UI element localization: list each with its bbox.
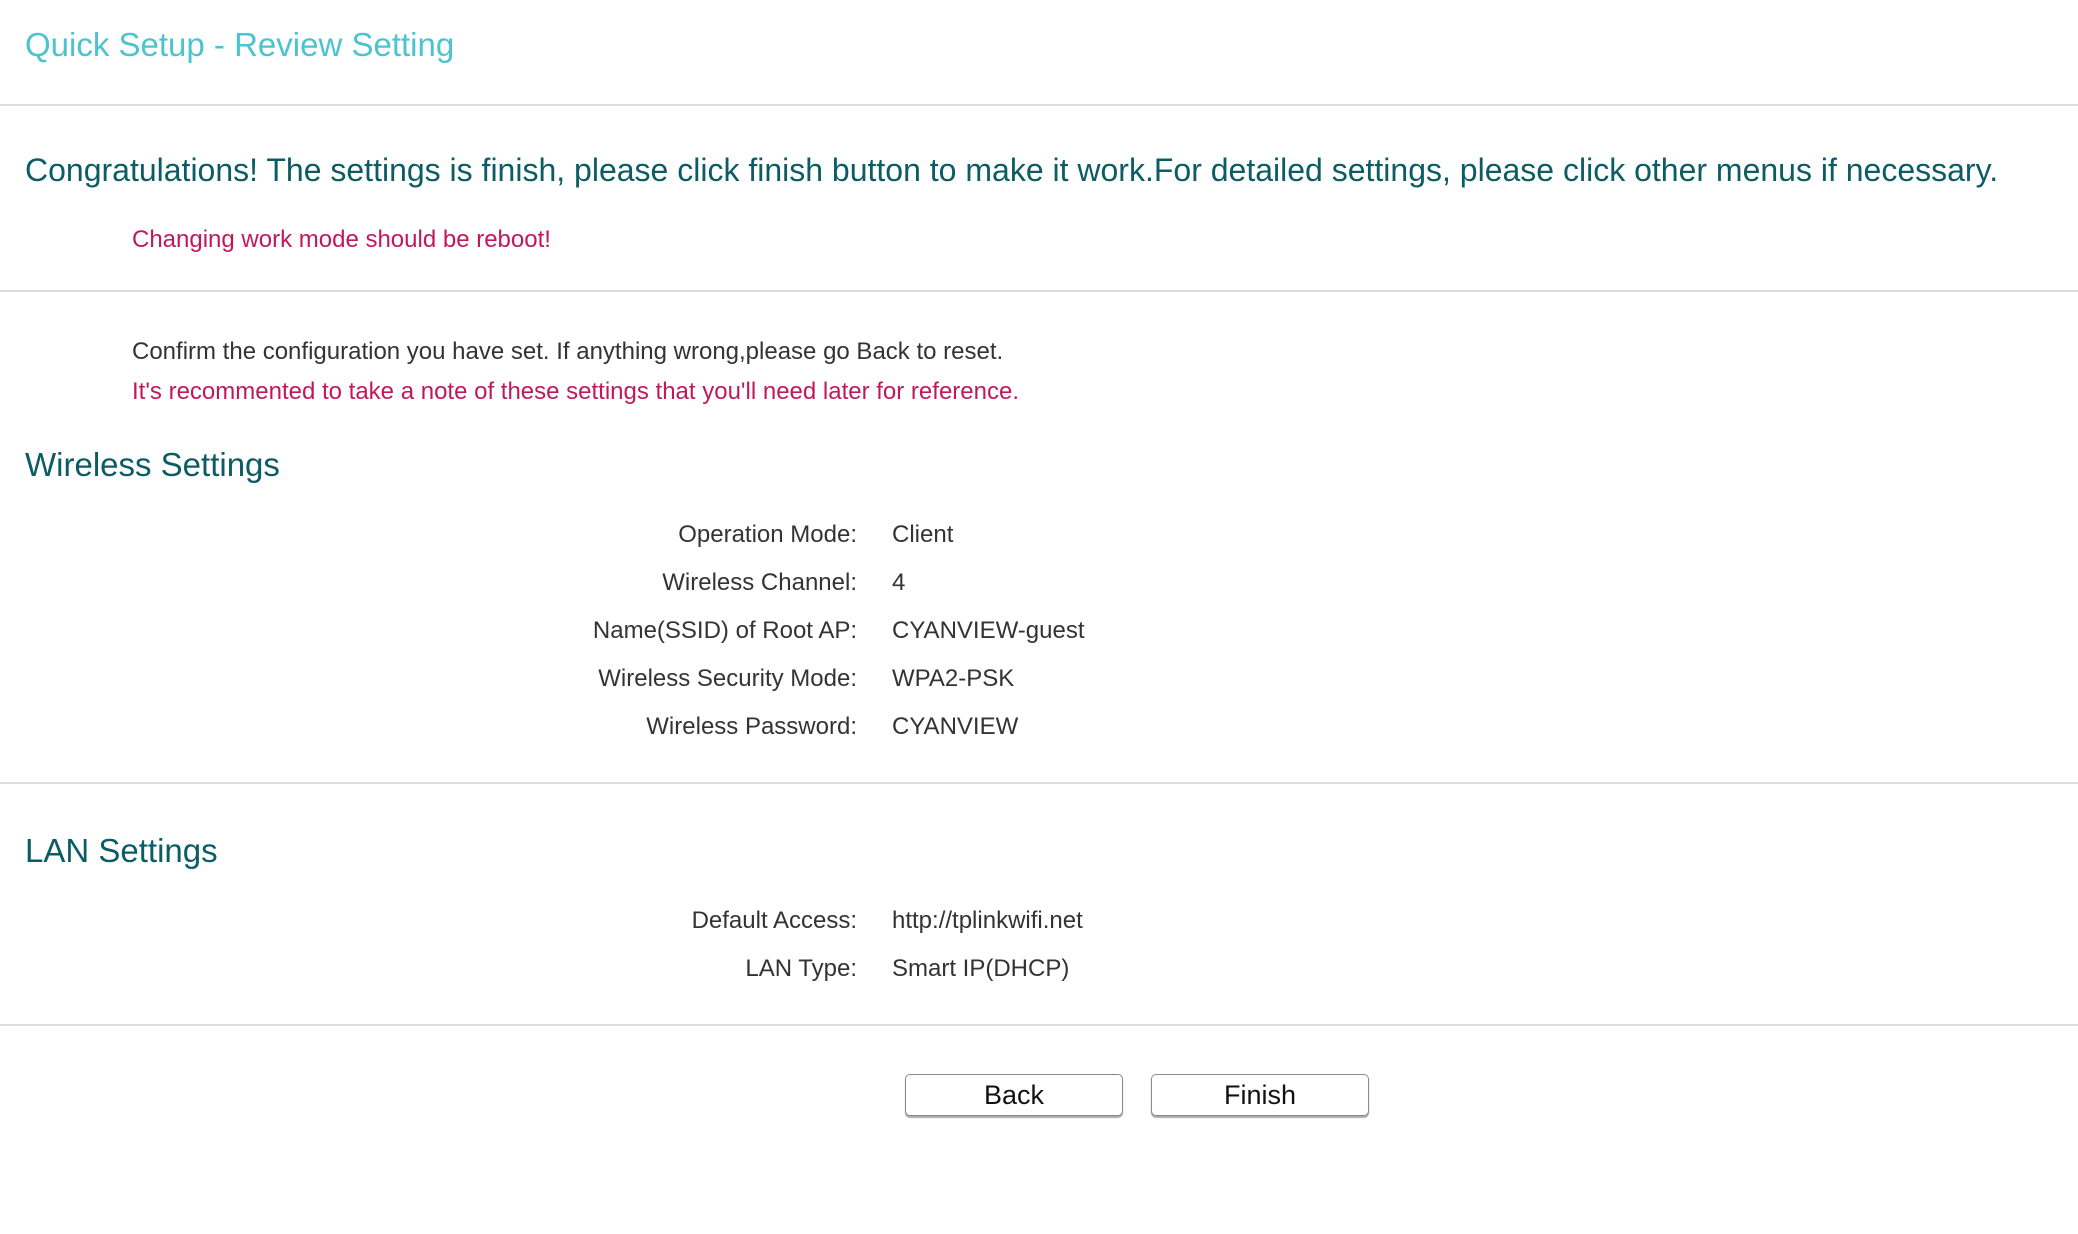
note-reminder: It's recommented to take a note of these… [132, 378, 1019, 405]
lan-settings-heading: LAN Settings [25, 832, 218, 869]
settings-value: http://tplinkwifi.net [892, 907, 1083, 934]
settings-label: Wireless Password: [646, 713, 857, 740]
settings-row-security-mode: Wireless Security Mode: WPA2-PSK [0, 655, 2078, 703]
settings-label: Wireless Security Mode: [598, 665, 857, 692]
confirm-instructions: Confirm the configuration you have set. … [132, 338, 1004, 365]
settings-value: Client [892, 521, 954, 548]
settings-label: LAN Type: [745, 955, 857, 982]
settings-row-operation-mode: Operation Mode: Client [0, 511, 2078, 559]
settings-label: Wireless Channel: [662, 569, 857, 596]
settings-label: Name(SSID) of Root AP: [592, 617, 857, 644]
back-button[interactable]: Back [905, 1074, 1123, 1116]
divider [0, 104, 2078, 106]
congratulations-message: Congratulations! The settings is finish,… [25, 152, 1999, 188]
divider [0, 290, 2078, 292]
divider [0, 1024, 2078, 1026]
settings-row-wireless-channel: Wireless Channel: 4 [0, 559, 2078, 607]
wireless-settings-heading: Wireless Settings [25, 446, 280, 483]
settings-label: Operation Mode: [678, 521, 857, 548]
page-title: Quick Setup - Review Setting [25, 26, 455, 63]
settings-value: 4 [892, 569, 906, 596]
reboot-warning: Changing work mode should be reboot! [132, 226, 551, 253]
divider [0, 782, 2078, 784]
settings-row-lan-type: LAN Type: Smart IP(DHCP) [0, 945, 2078, 993]
settings-row-wireless-password: Wireless Password: CYANVIEW [0, 703, 2078, 751]
finish-button[interactable]: Finish [1151, 1074, 1369, 1116]
settings-value: CYANVIEW [892, 713, 1019, 740]
settings-value: CYANVIEW-guest [892, 617, 1085, 644]
settings-value: Smart IP(DHCP) [892, 955, 1070, 982]
settings-row-ssid: Name(SSID) of Root AP: CYANVIEW-guest [0, 607, 2078, 655]
settings-label: Default Access: [691, 907, 857, 934]
settings-value: WPA2-PSK [892, 665, 1015, 692]
settings-row-default-access: Default Access: http://tplinkwifi.net [0, 897, 2078, 945]
